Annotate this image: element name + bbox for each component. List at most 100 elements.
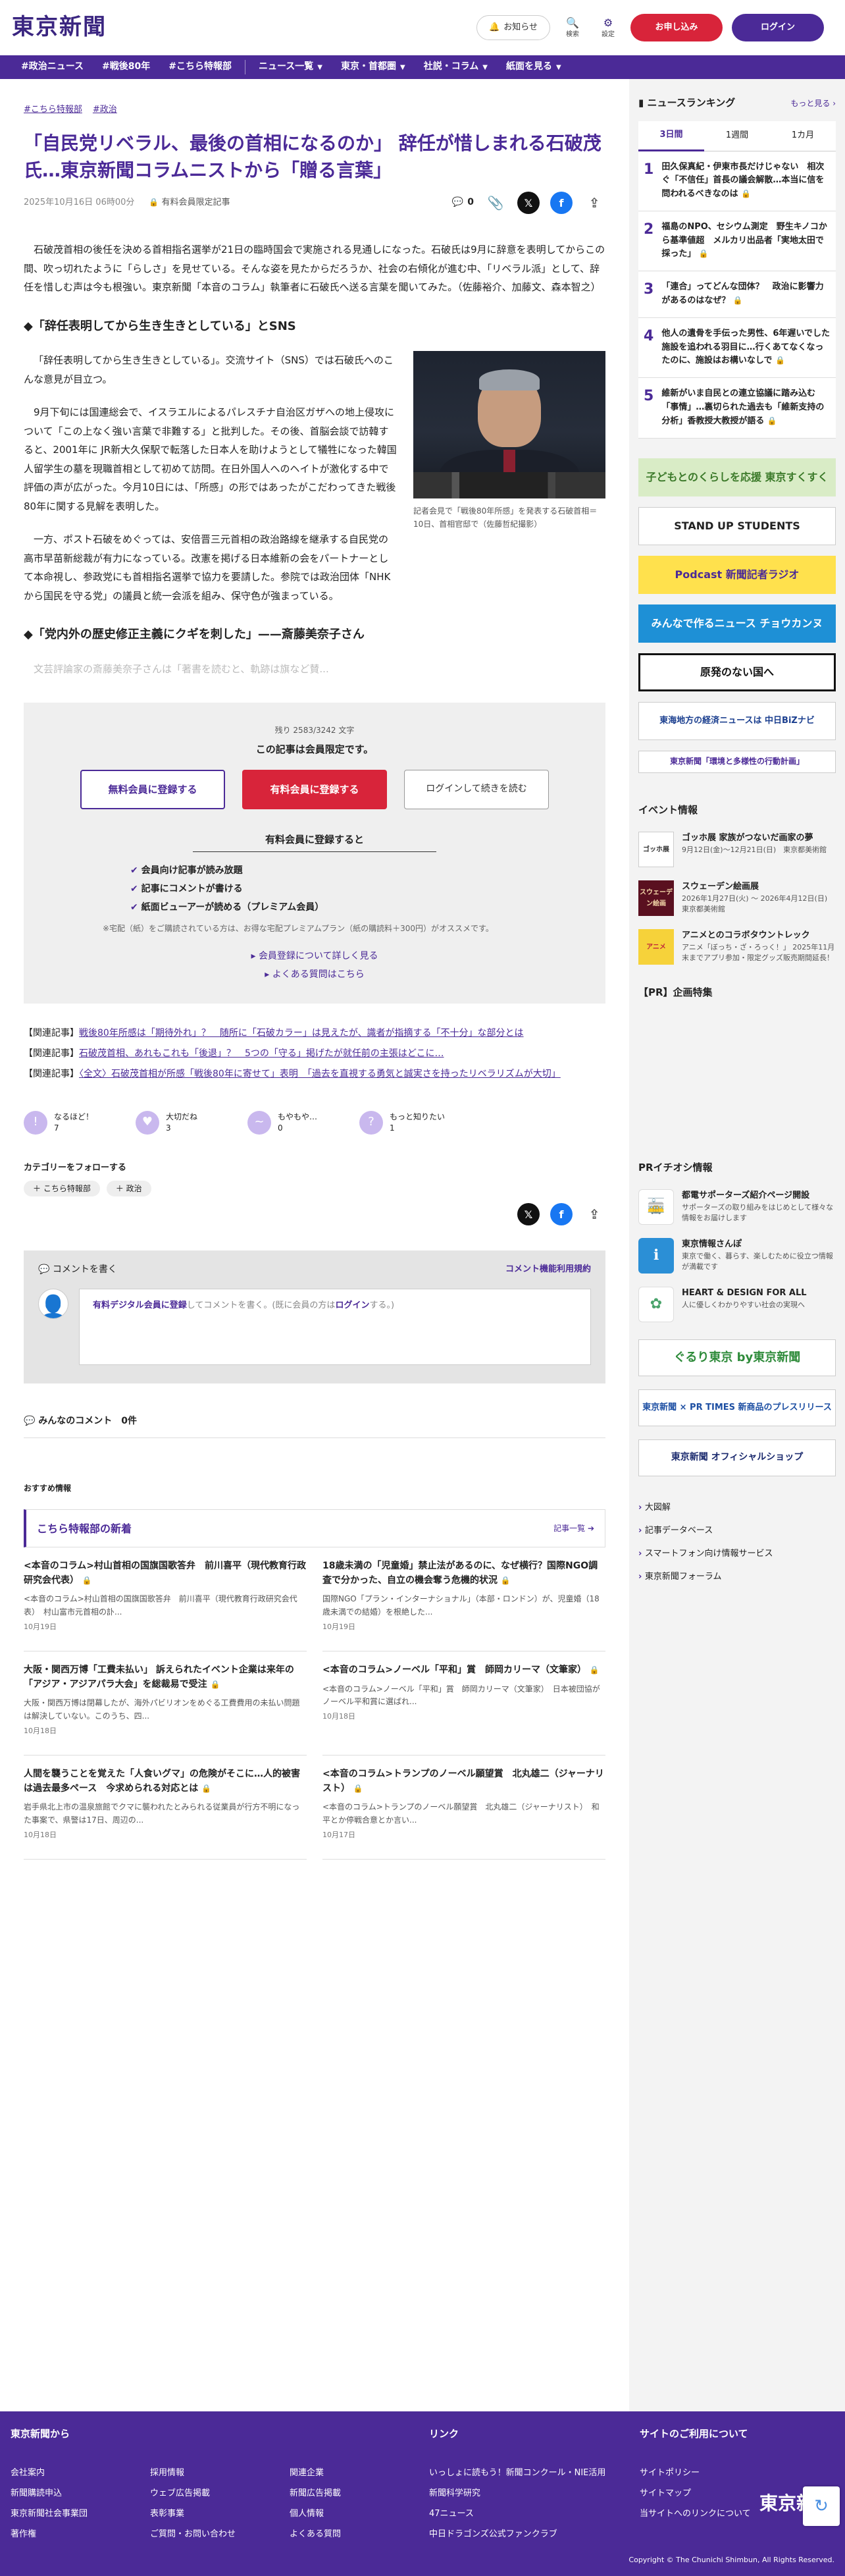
heart-icon: ♥ — [136, 1110, 159, 1135]
banner-stand-up-students[interactable]: STAND UP STUDENTS — [638, 506, 836, 545]
pr-item[interactable]: ℹ 東京情報さんぽ 東京で働く、暮らす、楽しむために役立つ情報が満載です — [638, 1238, 836, 1274]
banner-action-plan[interactable]: 東京新聞「環境と多様性の行動計画」 — [638, 750, 836, 773]
article-card[interactable]: <本音のコラム>ノーベル「平和」賞 師岡カリーマ（文筆家） 🔒 <本音のコラム>… — [322, 1651, 605, 1756]
article-tags: #こちら特報部 #政治 — [24, 103, 605, 117]
article-card[interactable]: 大阪・関西万博「工費未払い」 訴えられたイベント企業は来年の「アジア・アジアパラ… — [24, 1651, 307, 1756]
article-photo[interactable] — [413, 351, 605, 499]
card-excerpt: <本音のコラム>ノーベル「平和」賞 師岡カリーマ（文筆家） 日本被団協がノーベル… — [322, 1684, 600, 1706]
nav-dropdown-tokyo[interactable]: 東京・首都圏 ▼ — [332, 55, 415, 79]
reaction-moyamoya[interactable]: ~ もやもや… 0 — [247, 1110, 359, 1135]
event-item[interactable]: スウェーデン絵画 スウェーデン絵画展 2026年1月27日(火) ～ 2026年4… — [638, 880, 836, 917]
nav-dropdown-paper[interactable]: 紙面を見る ▼ — [497, 55, 571, 79]
sidebar-link[interactable]: 記事データベース — [638, 1519, 836, 1542]
footer-link[interactable]: 会社案内 — [11, 2463, 150, 2483]
ranking-item[interactable]: 5 維新がいま自民との連立協議に踏み込む「事情」…裏切られた過去も「維新支持の分析… — [638, 378, 836, 439]
comment-count-button[interactable]: 💬 0 — [452, 195, 474, 211]
article-card[interactable]: <本音のコラム>村山首相の国旗国歌答弁 前川喜平（現代教育行政研究会代表） 🔒 … — [24, 1547, 307, 1652]
footer-link[interactable]: 中日ドラゴンズ公式ファンクラブ — [429, 2524, 640, 2544]
event-item[interactable]: ゴッホ展 ゴッホ展 家族がつないだ画家の夢 9月12日(金)～12月21日(日) … — [638, 832, 836, 868]
banner-sukusuku[interactable]: 子どもとのくらしを応援 東京すくすく — [638, 458, 836, 496]
follow-tag-tokuhobu[interactable]: ＋ こちら特報部 — [24, 1180, 100, 1197]
ranking-item[interactable]: 2 福島のNPO、セシウム測定 野生キノコから基準値超 メルカリ出品者「実地太田で… — [638, 211, 836, 272]
tag-politics[interactable]: #政治 — [93, 103, 117, 117]
sidebar-link[interactable]: 大図解 — [638, 1496, 836, 1519]
footer-link[interactable]: 新聞購読申込 — [11, 2483, 150, 2504]
register-paid-button[interactable]: 有料会員に登録する — [242, 770, 387, 810]
footer-link[interactable]: サイトポリシー — [640, 2463, 834, 2483]
tag-tokuhobu[interactable]: #こちら特報部 — [24, 103, 82, 117]
reaction-taisetsu[interactable]: ♥ 大切だね 3 — [136, 1110, 247, 1135]
x-share-icon[interactable]: 𝕏 — [517, 192, 540, 215]
reaction-motto[interactable]: ? もっと知りたい 1 — [359, 1110, 471, 1135]
footer-link[interactable]: 東京新聞社会事業団 — [11, 2504, 150, 2524]
clip-icon[interactable]: 📎 — [484, 192, 507, 214]
comment-policy-link[interactable]: コメント機能利用規約 — [505, 1262, 591, 1278]
share-icon[interactable]: ⇪ — [583, 1203, 605, 1225]
footer-link[interactable]: ご質問・お問い合わせ — [150, 2524, 290, 2544]
footer-link[interactable]: ウェブ広告掲載 — [150, 2483, 290, 2504]
tab-1month[interactable]: 1カ月 — [770, 121, 836, 151]
event-item[interactable]: アニメ アニメとのコラボタウントレック アニメ「ぼっち・ざ・ろっく！」 2025年… — [638, 929, 836, 965]
article-card[interactable]: 人間を襲うことを覚えた「人食いグマ」の危険がそこに…人的被害は過去最多ペース 今… — [24, 1756, 307, 1860]
banner-pr-times[interactable]: 東京新聞 × PR TIMES 新商品のプレスリリース — [638, 1389, 836, 1427]
subscribe-button[interactable]: お申し込み — [630, 14, 723, 41]
login-button[interactable]: ログイン — [732, 14, 824, 41]
ranking-more-link[interactable]: もっと見る › — [790, 97, 836, 110]
comment-input[interactable]: 有料デジタル会員に登録してコメントを書く。(既に会員の方はログインする。) — [79, 1288, 591, 1365]
article-card[interactable]: 18歳未満の「児童婚」禁止法があるのに、なぜ横行？国際NGO調査で分かった、自立… — [322, 1547, 605, 1652]
related-link[interactable]: 〈全文〉石破茂首相が所感「戦後80年に寄せて」表明 「過去を直視する勇気と誠実さ… — [79, 1069, 561, 1079]
more-articles-link[interactable]: 記事一覧 ➔ — [553, 1522, 594, 1535]
register-free-button[interactable]: 無料会員に登録する — [80, 770, 225, 810]
faq-link[interactable]: よくある質問はこちら — [272, 969, 365, 980]
sidebar-link[interactable]: 東京新聞フォーラム — [638, 1565, 836, 1588]
footer-link[interactable]: 著作権 — [11, 2524, 150, 2544]
ranking-item[interactable]: 4 他人の遺骨を手伝った男性、6年遅いでした施設を追われる羽目に…行くあてなくなっ… — [638, 317, 836, 379]
related-link[interactable]: 戦後80年所感は「期待外れ」？ 随所に「石破カラー」は見えたが、識者が指摘する「… — [79, 1028, 524, 1038]
nav-item-postwar80[interactable]: #戦後80年 — [93, 55, 159, 79]
reaction-naruhodo[interactable]: ! なるほど！ 7 — [24, 1110, 136, 1135]
comment-login-link[interactable]: ログイン — [335, 1301, 369, 1310]
pr-item[interactable]: ✿ HEART & DESIGN FOR ALL 人に優しくわかりやすい社会の実現… — [638, 1287, 836, 1323]
recaptcha-badge[interactable]: ↻ — [803, 2486, 840, 2526]
follow-tag-politics[interactable]: ＋ 政治 — [106, 1180, 151, 1197]
article-card[interactable]: <本音のコラム>トランプのノーベル願望賞 北丸雄二（ジャーナリスト） 🔒 <本音… — [322, 1756, 605, 1860]
banner-chokanu[interactable]: みんなで作るニュース チョウカンヌ — [638, 604, 836, 643]
footer-link[interactable]: 新聞科学研究 — [429, 2483, 640, 2504]
login-continue-button[interactable]: ログインして続きを読む — [404, 770, 549, 810]
footer-link[interactable]: 表彰事業 — [150, 2504, 290, 2524]
facebook-share-icon[interactable]: f — [550, 1203, 573, 1226]
nav-item-tokuhobu[interactable]: #こちら特報部 — [159, 55, 241, 79]
ranking-item[interactable]: 3 「連合」ってどんな団体？ 政治に影響力があるのはなぜ？ 🔒 — [638, 271, 836, 318]
x-share-icon[interactable]: 𝕏 — [517, 1203, 540, 1226]
footer-link[interactable]: よくある質問 — [290, 2524, 429, 2544]
share-icon[interactable]: ⇪ — [583, 192, 605, 214]
banner-gururi-tokyo[interactable]: ぐるり東京 by東京新聞 — [638, 1339, 836, 1377]
pr-item[interactable]: 🚋 都電サポーターズ紹介ページ開設 サポーターズの取り組みをはじめとして様々な情報… — [638, 1189, 836, 1225]
banner-no-nuclear[interactable]: 原発のない国へ — [638, 653, 836, 691]
site-logo[interactable]: 東京新聞 — [12, 9, 107, 47]
ranking-item[interactable]: 1 田久保真紀・伊東市長だけじゃない 相次ぐ「不信任」首長の議会解散…本当に信を問… — [638, 151, 836, 211]
settings-button[interactable]: ⚙ 設定 — [595, 16, 621, 39]
banner-official-shop[interactable]: 東京新聞 オフィシャルショップ — [638, 1439, 836, 1477]
related-link[interactable]: 石破茂首相、あれもこれも「後退」？ 5つの「守る」掲げたが就任前の主張はどこに… — [79, 1048, 444, 1059]
footer-link[interactable]: 47ニュース — [429, 2504, 640, 2524]
event-date: 9月12日(金)～12月21日(日) 東京都美術館 — [682, 845, 827, 854]
notice-button[interactable]: 🔔 お知らせ — [476, 15, 550, 40]
footer-link[interactable]: 個人情報 — [290, 2504, 429, 2524]
membership-details-link[interactable]: 会員登録について詳しく見る — [259, 951, 378, 961]
nav-item-politics[interactable]: #政治ニュース — [12, 55, 93, 79]
tab-3days[interactable]: 3日間 — [638, 121, 704, 151]
search-button[interactable]: 🔍 検索 — [559, 16, 586, 39]
footer-link[interactable]: 新聞広告掲載 — [290, 2483, 429, 2504]
footer-link[interactable]: いっしょに読もう！新聞コンクール・NIE活用 — [429, 2463, 640, 2483]
comment-register-link[interactable]: 有料デジタル会員に登録 — [93, 1301, 187, 1310]
sidebar-link[interactable]: スマートフォン向け情報サービス — [638, 1542, 836, 1565]
banner-podcast[interactable]: Podcast 新聞記者ラジオ — [638, 555, 836, 594]
tab-1week[interactable]: 1週間 — [704, 121, 770, 151]
nav-dropdown-news[interactable]: ニュース一覧 ▼ — [249, 55, 332, 79]
footer-link[interactable]: 採用情報 — [150, 2463, 290, 2483]
nav-dropdown-column[interactable]: 社説・コラム ▼ — [415, 55, 497, 79]
facebook-share-icon[interactable]: f — [550, 192, 573, 215]
banner-chunichi-biz[interactable]: 東海地方の経済ニュースは 中日BiZナビ — [638, 701, 836, 740]
footer-link[interactable]: 関連企業 — [290, 2463, 429, 2483]
